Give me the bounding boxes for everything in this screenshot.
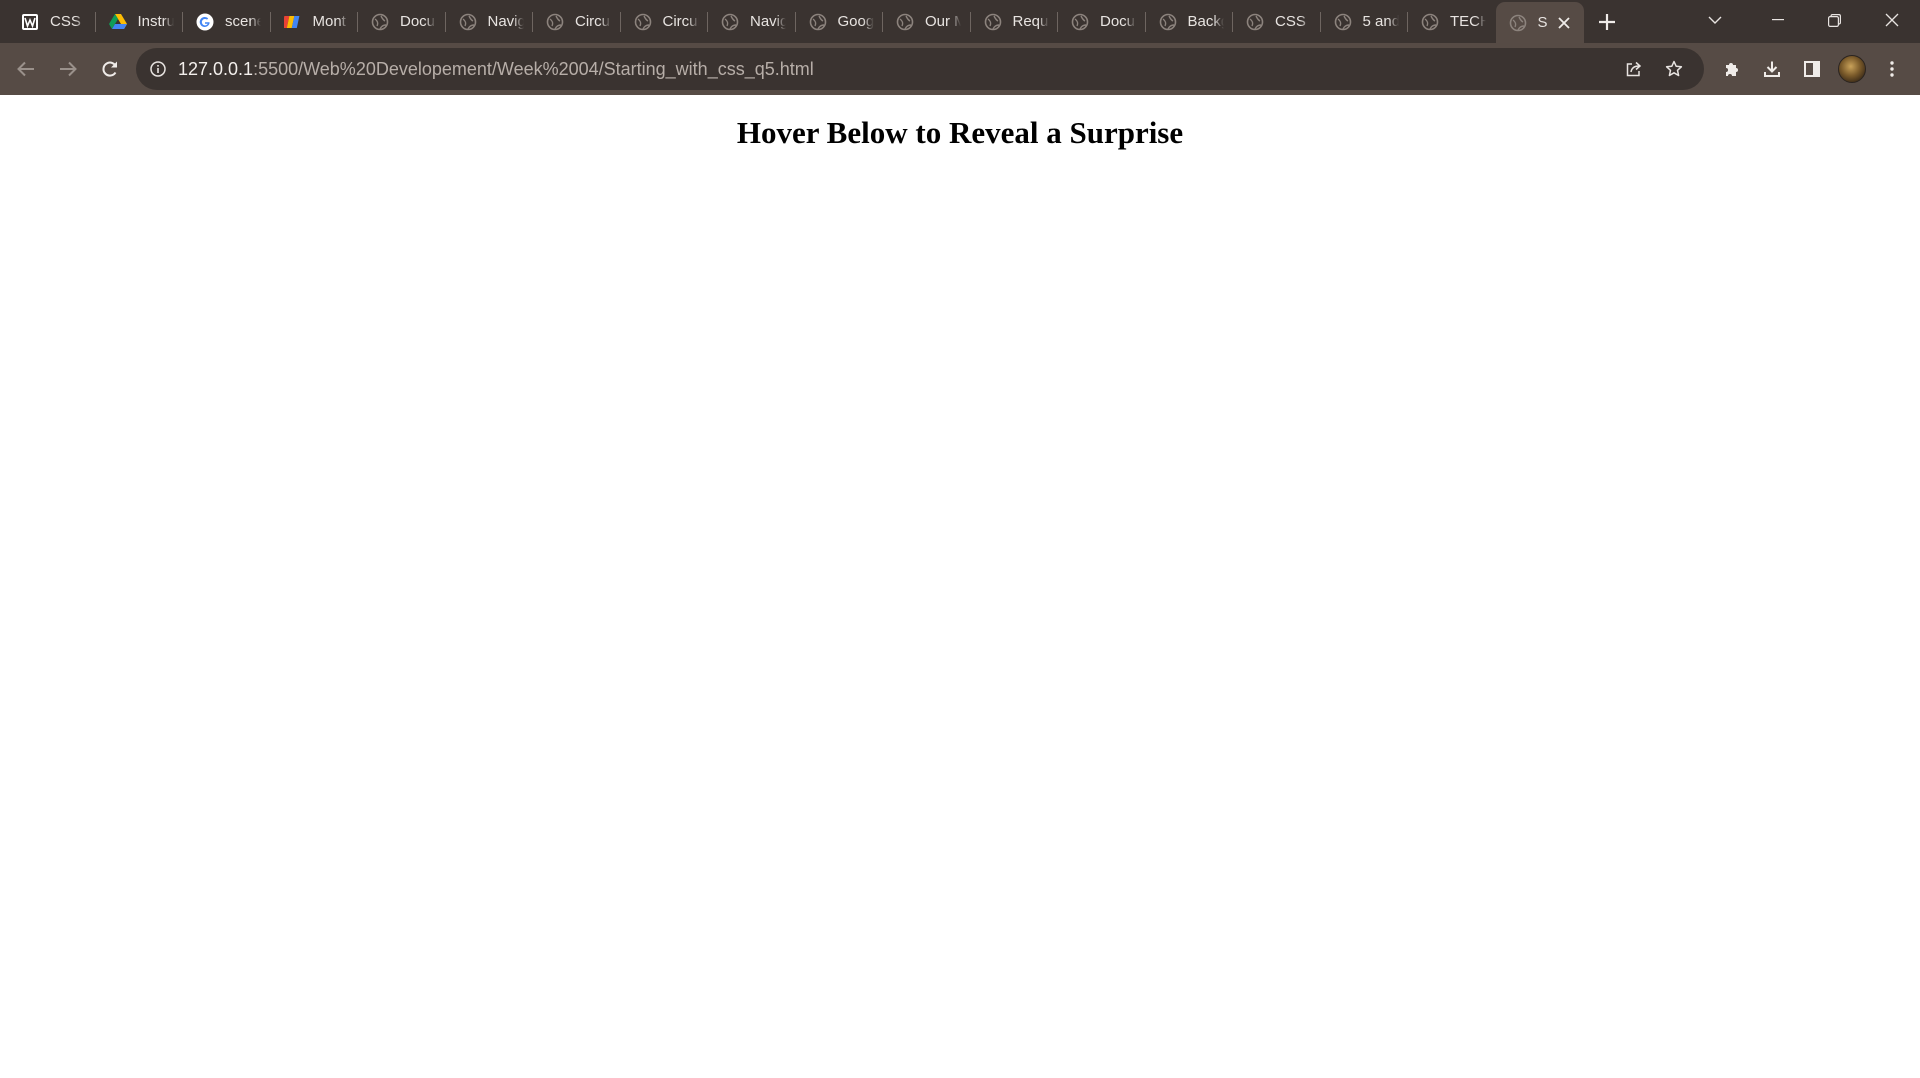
more-vertical-icon (1890, 61, 1894, 77)
toolbar-actions (1712, 43, 1920, 95)
reload-icon (102, 61, 118, 77)
side-panel-button[interactable] (1792, 49, 1832, 89)
minimize-button[interactable] (1749, 0, 1806, 40)
minimize-icon (1771, 19, 1784, 21)
page-content: Hover Below to Reveal a Surprise (0, 95, 1920, 1078)
globe-icon (545, 12, 565, 32)
plus-icon (1598, 13, 1615, 30)
tab-label: Docu (400, 13, 436, 30)
page-heading: Hover Below to Reveal a Surprise (736, 115, 1184, 150)
globe-icon (983, 12, 1003, 32)
reload-button[interactable] (90, 49, 130, 89)
tab-item[interactable]: Circul (621, 0, 708, 43)
globe-icon (1070, 12, 1090, 32)
tab-label: CSS II (1275, 13, 1311, 30)
tab-label: Circul (662, 13, 699, 30)
tab-item[interactable]: CSS II (1233, 0, 1321, 43)
tab-label: scene (225, 13, 261, 30)
tab-strip: CSS L Instru scene Mont (0, 0, 1920, 43)
info-icon[interactable] (148, 59, 168, 79)
address-bar[interactable]: 127.0.0.1:5500/Web%20Developement/Week%2… (136, 48, 1704, 90)
tab-label: Mont (312, 13, 346, 30)
chevron-down-icon (1708, 16, 1722, 24)
menu-button[interactable] (1872, 49, 1912, 89)
tab-item[interactable]: Docu (1058, 0, 1146, 43)
forward-button[interactable] (48, 49, 88, 89)
tab-label: Requi (1012, 13, 1049, 30)
tab-item[interactable]: Circul (533, 0, 621, 43)
tab-label: 5 and (1362, 13, 1399, 30)
tab-search-button[interactable] (1687, 0, 1743, 40)
tab-label: Backg (1187, 13, 1224, 30)
globe-icon (1420, 12, 1440, 32)
downloads-button[interactable] (1752, 49, 1792, 89)
download-icon (1764, 61, 1780, 77)
tab-item[interactable]: scene (183, 0, 271, 43)
tab-label: CSS L (50, 13, 86, 30)
tab-item[interactable]: Backg (1146, 0, 1233, 43)
tab-label: TECH (1450, 13, 1486, 30)
globe-icon (1245, 12, 1265, 32)
tab-list: CSS L Instru scene Mont (0, 0, 1628, 43)
side-panel-icon (1804, 61, 1820, 77)
close-tab-icon[interactable] (1557, 16, 1570, 29)
restore-button[interactable] (1806, 0, 1863, 40)
tab-label: Our M (925, 13, 961, 30)
wordpress-icon (20, 12, 40, 32)
profile-button[interactable] (1832, 49, 1872, 89)
tab-item[interactable]: 5 and (1321, 0, 1408, 43)
tab-item[interactable]: CSS L (8, 0, 96, 43)
window-controls (1687, 0, 1920, 40)
tab-item[interactable]: Navig (446, 0, 533, 43)
close-icon (1885, 13, 1898, 27)
url-host: 127.0.0.1 (178, 58, 254, 79)
tab-item[interactable]: Docu (358, 0, 446, 43)
globe-icon (1158, 12, 1178, 32)
tab-item[interactable]: Goog (796, 0, 883, 43)
share-icon (1626, 61, 1642, 77)
tab-label: Docu (1100, 13, 1136, 30)
tab-label: Circul (575, 13, 611, 30)
puzzle-icon (1726, 63, 1738, 76)
browser-toolbar: 127.0.0.1:5500/Web%20Developement/Week%2… (0, 43, 1920, 95)
tab-label: Instru (137, 13, 174, 30)
avatar (1838, 55, 1866, 83)
url-path: :5500/Web%20Developement/Week%2004/Start… (253, 58, 814, 79)
url-text[interactable]: 127.0.0.1:5500/Web%20Developement/Week%2… (178, 59, 814, 80)
globe-icon (808, 12, 828, 32)
address-bar-actions (1614, 48, 1694, 90)
globe-icon (1333, 12, 1353, 32)
tab-item[interactable]: Our M (883, 0, 971, 43)
star-icon (1665, 60, 1683, 77)
extensions-button[interactable] (1712, 49, 1752, 89)
globe-icon (633, 12, 653, 32)
tab-label: S (1537, 14, 1548, 31)
back-button[interactable] (6, 49, 46, 89)
tab-label: Navig (750, 13, 786, 30)
tab-item[interactable]: Requi (971, 0, 1058, 43)
globe-icon (895, 12, 915, 32)
tab-active[interactable]: S (1495, 2, 1584, 43)
bookmark-button[interactable] (1654, 48, 1694, 90)
tab-item[interactable]: TECH (1408, 0, 1496, 43)
globe-icon (370, 12, 390, 32)
restore-icon (1828, 13, 1841, 27)
tab-item[interactable]: Navig (708, 0, 796, 43)
globe-icon (1508, 13, 1528, 33)
google-drive-icon (108, 12, 128, 32)
new-tab-button[interactable] (1598, 13, 1628, 31)
colorful-logo-icon (283, 12, 303, 32)
tab-label: Navig (487, 13, 524, 30)
google-icon (195, 12, 215, 32)
tab-item[interactable]: Mont (271, 0, 358, 43)
share-button[interactable] (1614, 48, 1654, 90)
arrow-right-icon (60, 61, 77, 77)
arrow-left-icon (17, 61, 34, 77)
close-window-button[interactable] (1863, 0, 1920, 40)
globe-icon (458, 12, 478, 32)
tab-item[interactable]: Instru (96, 0, 183, 43)
tab-label: Goog (837, 13, 874, 30)
globe-icon (720, 12, 740, 32)
